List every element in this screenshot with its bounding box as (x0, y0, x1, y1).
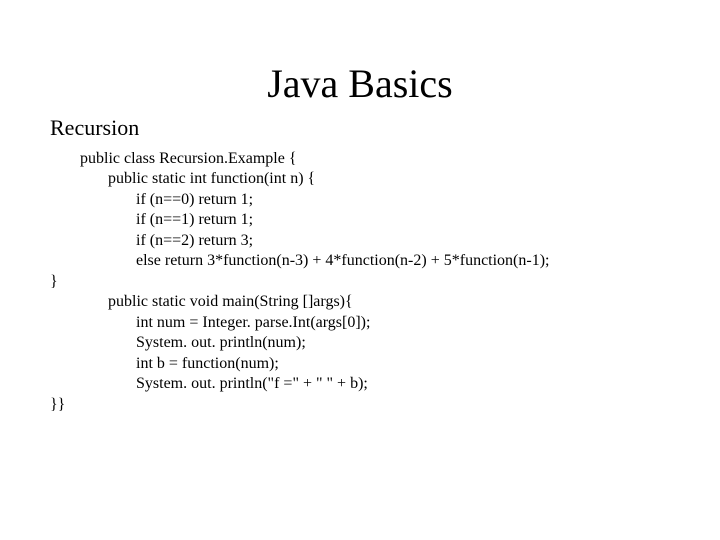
code-line: public static int function(int n) { (80, 170, 315, 187)
code-line: int b = function(num); (80, 355, 279, 372)
slide-subtitle: Recursion (50, 115, 670, 141)
code-line: System. out. println("f =" + " " + b); (80, 375, 368, 392)
code-line: public static void main(String []args){ (80, 293, 353, 310)
code-line: public class Recursion.Example { (80, 150, 297, 167)
code-line: System. out. println(num); (80, 334, 306, 351)
slide-title: Java Basics (50, 60, 670, 107)
code-line: }} (50, 395, 65, 415)
code-block: public class Recursion.Example { public … (50, 149, 670, 415)
code-line: int num = Integer. parse.Int(args[0]); (80, 314, 370, 331)
code-line: if (n==2) return 3; (80, 232, 253, 249)
code-line: else return 3*function(n-3) + 4*function… (80, 252, 549, 269)
code-line: if (n==1) return 1; (80, 211, 253, 228)
slide: Java Basics Recursion public class Recur… (0, 0, 720, 455)
code-line: } (50, 272, 58, 292)
code-line: if (n==0) return 1; (80, 191, 253, 208)
